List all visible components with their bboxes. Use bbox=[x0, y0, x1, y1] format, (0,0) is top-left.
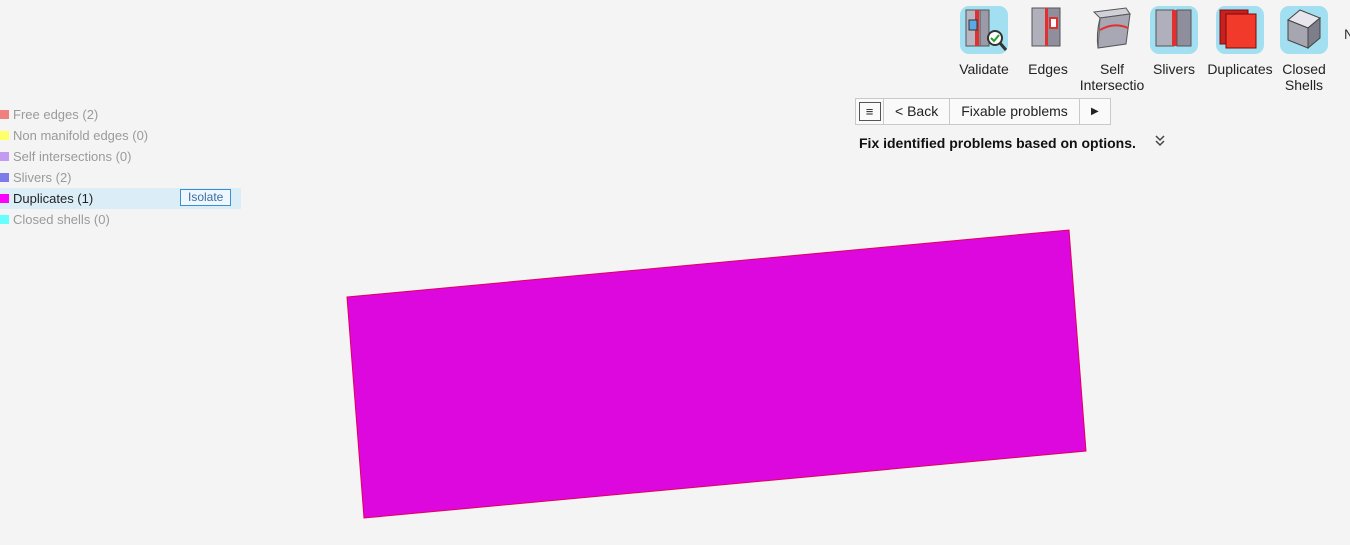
legend-item-non-manifold-edges[interactable]: Non manifold edges (0) bbox=[0, 125, 245, 146]
slivers-icon bbox=[1150, 6, 1198, 54]
edges-tool-button[interactable]: Edges bbox=[1022, 4, 1074, 77]
slivers-tool-button[interactable]: Slivers bbox=[1148, 4, 1200, 77]
tool-label-line2: Intersectio bbox=[1079, 77, 1145, 93]
legend-swatch bbox=[0, 215, 9, 224]
tool-ribbon: Validate Edges Self Intersectio Slivers … bbox=[950, 4, 1350, 98]
chevron-double-down-glyph bbox=[1155, 135, 1165, 147]
tool-label: Duplicates bbox=[1207, 61, 1273, 77]
guide-bar-nav: ≡ < Back Fixable problems ▶ bbox=[855, 98, 1111, 125]
closed-shells-icon bbox=[1280, 6, 1328, 54]
self-intersection-icon bbox=[1092, 7, 1131, 49]
next-button[interactable]: ▶ bbox=[1079, 99, 1110, 124]
tool-label: Validate bbox=[959, 61, 1009, 77]
instruction-text: Fix identified problems based on options… bbox=[859, 135, 1136, 151]
play-icon: ▶ bbox=[1090, 106, 1099, 117]
ribbon-overflow-label: N bbox=[1344, 26, 1350, 40]
self-intersection-tool-button[interactable]: Self Intersectio bbox=[1078, 4, 1146, 93]
tool-label: Slivers bbox=[1152, 61, 1195, 77]
legend-label: Closed shells (0) bbox=[13, 212, 110, 227]
legend-label: Slivers (2) bbox=[13, 170, 72, 185]
legend-item-duplicates[interactable]: Duplicates (1) Isolate bbox=[0, 188, 241, 209]
duplicates-icon bbox=[1216, 6, 1264, 54]
legend-label: Self intersections (0) bbox=[13, 149, 132, 164]
menu-icon: ≡ bbox=[858, 102, 881, 121]
menu-button[interactable]: ≡ bbox=[856, 99, 884, 124]
validate-icon bbox=[960, 6, 1008, 54]
legend-swatch bbox=[0, 152, 9, 161]
legend-item-closed-shells[interactable]: Closed shells (0) bbox=[0, 209, 245, 230]
legend-item-free-edges[interactable]: Free edges (2) bbox=[0, 104, 245, 125]
legend-swatch bbox=[0, 173, 9, 182]
validate-tool-button[interactable]: Validate bbox=[956, 4, 1012, 77]
legend-item-self-intersections[interactable]: Self intersections (0) bbox=[0, 146, 245, 167]
legend-label: Duplicates (1) bbox=[13, 191, 94, 206]
tool-label: Edges bbox=[1028, 61, 1068, 77]
tool-label: Closed bbox=[1282, 61, 1326, 77]
legend-swatch bbox=[0, 131, 9, 140]
legend-label: Free edges (2) bbox=[13, 107, 99, 122]
fixable-problems-tab[interactable]: Fixable problems bbox=[950, 99, 1080, 124]
closed-shells-tool-button[interactable]: Closed Shells bbox=[1278, 4, 1330, 93]
legend-swatch bbox=[0, 110, 9, 119]
tool-label: Self bbox=[1099, 61, 1125, 77]
back-button[interactable]: < Back bbox=[884, 99, 951, 124]
chevron-double-down-icon[interactable] bbox=[1154, 134, 1166, 151]
legend-swatch bbox=[0, 194, 9, 203]
duplicates-tool-button[interactable]: Duplicates bbox=[1206, 4, 1274, 77]
problem-legend: Free edges (2) Non manifold edges (0) Se… bbox=[0, 104, 245, 230]
tool-label-line2: Shells bbox=[1284, 77, 1324, 93]
isolate-button[interactable]: Isolate bbox=[180, 189, 232, 206]
legend-label: Non manifold edges (0) bbox=[13, 128, 149, 143]
legend-item-slivers[interactable]: Slivers (2) bbox=[0, 167, 245, 188]
duplicate-surface[interactable] bbox=[346, 229, 1087, 519]
edges-icon bbox=[1031, 7, 1061, 47]
